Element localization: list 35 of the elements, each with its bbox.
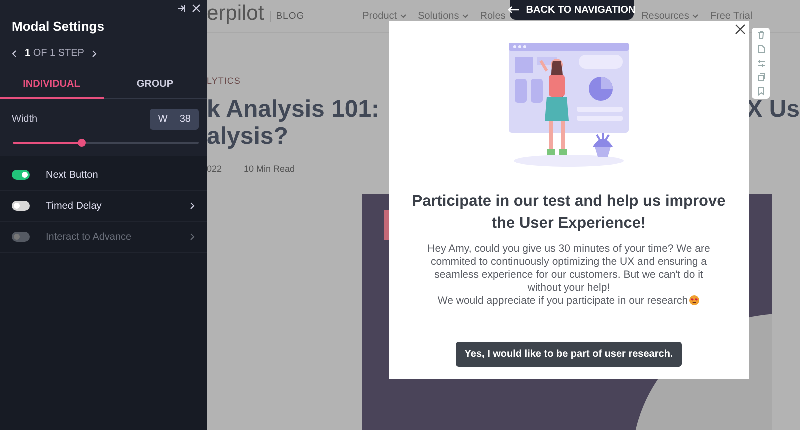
nav-link[interactable]: Free Trial [710, 10, 753, 22]
post-date: 022 [207, 164, 222, 174]
article-title: X Us [746, 96, 800, 123]
toggle-switch[interactable] [12, 170, 30, 180]
blog-label: BLOG [270, 10, 305, 22]
nav-link[interactable]: Solutions [418, 10, 470, 22]
toggle-switch[interactable] [12, 201, 30, 211]
read-time: 10 Min Read [244, 164, 296, 174]
category-label: LYTICS [207, 76, 241, 86]
nav-link[interactable]: Roles [480, 10, 506, 22]
sliders-icon[interactable] [756, 59, 766, 68]
article-title: k Analysis 101: [207, 96, 380, 123]
heart-eyes-face-icon [689, 295, 700, 306]
chevron-left-icon[interactable] [12, 50, 17, 58]
logo-text[interactable]: erpilot [207, 2, 264, 26]
slider-thumb[interactable] [78, 139, 86, 147]
arrow-left-icon [508, 6, 520, 14]
research-button[interactable]: Yes, I would like to be part of user research. [456, 342, 682, 367]
tab[interactable]: GROUP [104, 75, 207, 99]
panel-title: Modal Settings [11, 18, 106, 34]
tab[interactable]: INDIVIDUAL [0, 75, 104, 99]
modal-heading: Participate in our test and help us improve the User Experience! [411, 192, 727, 234]
width-label: Width [12, 114, 38, 125]
close-icon[interactable] [735, 24, 746, 35]
toggle-label: Timed Delay [46, 200, 103, 212]
article-title: alysis? [207, 123, 288, 150]
toggle-label: Interact to Advance [46, 232, 133, 242]
modal-text: Hey Amy, could you give us 30 minutes of your time? We are commited to continuously optimizing the UX and ensuring a seamless experience for our customers. But we can't do it without your help! [426, 243, 712, 295]
nav-link[interactable]: Product [362, 10, 408, 22]
pin-icon[interactable] [177, 4, 186, 13]
modal-text: We would appreciate if you participate in our research [424, 295, 714, 308]
width-field[interactable]: W 38 [150, 109, 199, 130]
step-counter: 1 OF 1 STEP [25, 48, 84, 59]
nav-link[interactable]: Resources [642, 10, 700, 22]
toggle-label: Next Button [46, 170, 100, 180]
